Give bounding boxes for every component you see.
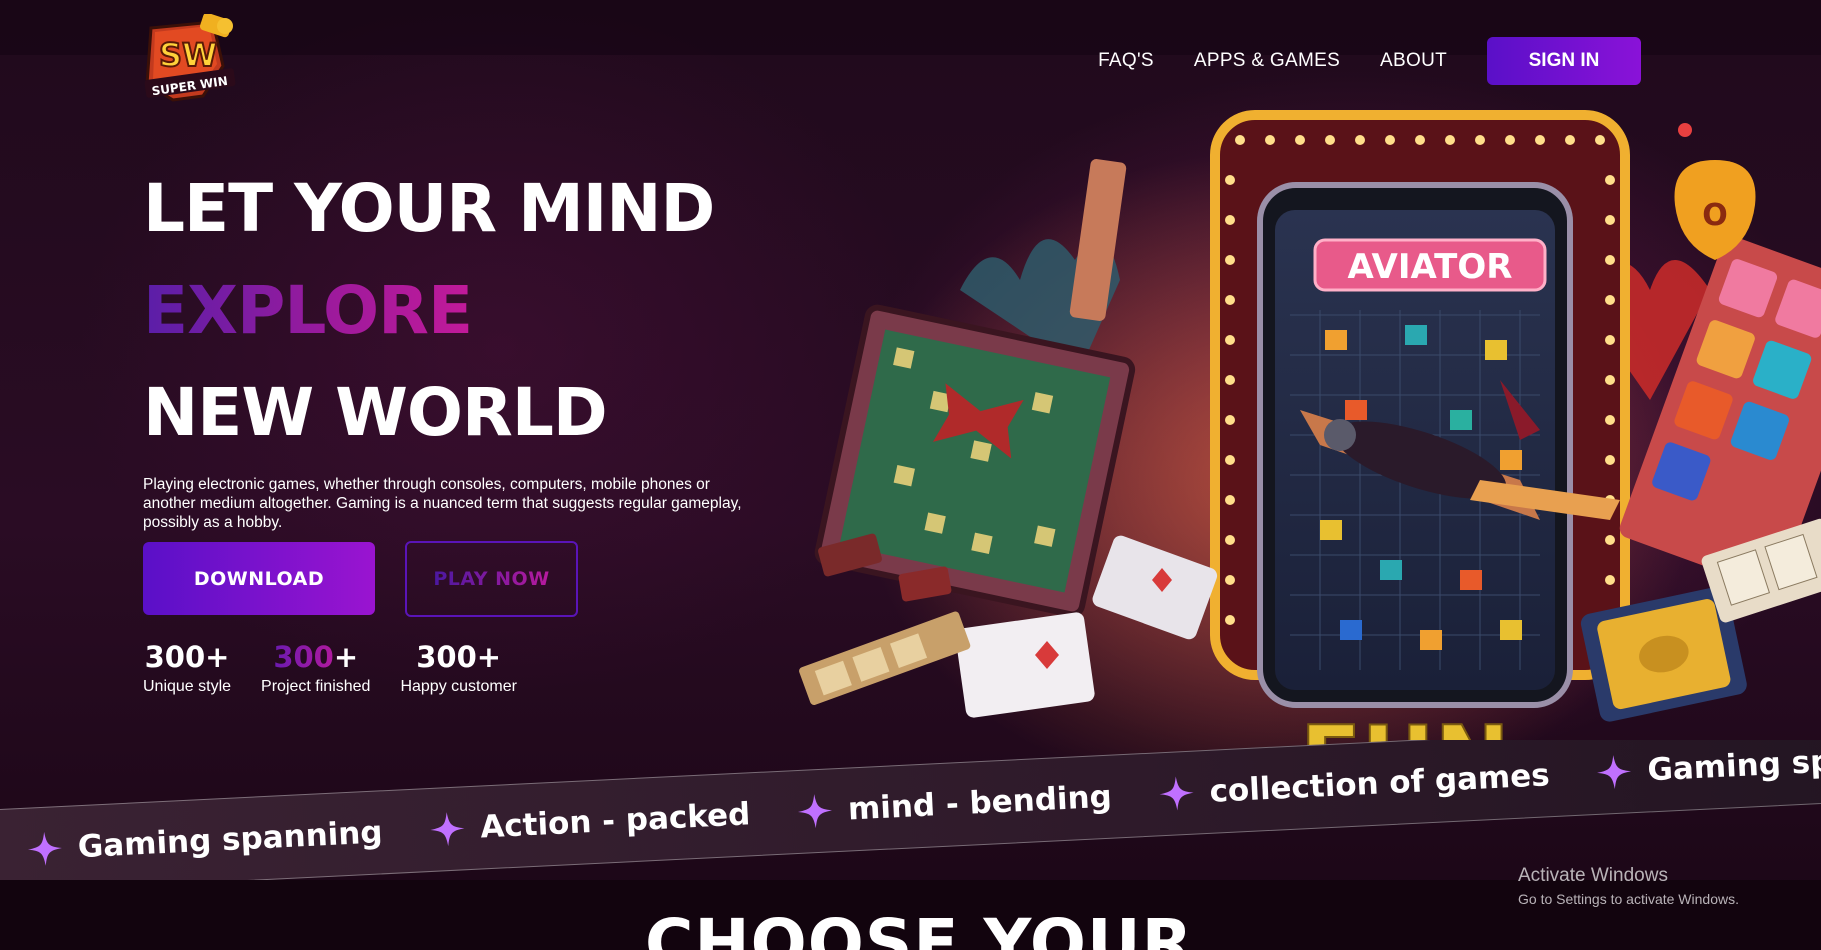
marquee-text: collection of games: [1208, 757, 1551, 810]
stat-number: 300: [144, 640, 206, 674]
hero-title-line-1: LET YOUR MIND: [143, 170, 715, 247]
main-nav: FAQ'S APPS & GAMES ABOUT SIGN IN: [1098, 37, 1641, 85]
stat-happy-customer: 300+ Happy customer: [400, 640, 517, 696]
nav-about-link[interactable]: ABOUT: [1380, 50, 1447, 72]
stat-unique-style: 300+ Unique style: [143, 640, 232, 696]
sparkle-icon: [798, 794, 833, 829]
marquee-item: mind - bending: [797, 778, 1113, 830]
sparkle-icon: [1597, 755, 1632, 790]
balloon-sign-letter: O: [1702, 198, 1728, 233]
hero-illustration: AVIATOR O FUN: [799, 110, 1821, 813]
logo-sw-text: SW: [159, 36, 217, 74]
watermark-title: Activate Windows: [1518, 865, 1668, 886]
aviator-label: AVIATOR: [1348, 247, 1513, 287]
play-now-button[interactable]: PLAY NOW: [405, 541, 578, 617]
super-win-logo[interactable]: SW SUPER WIN: [143, 14, 243, 106]
stat-suffix: +: [333, 640, 359, 674]
sparkle-icon: [27, 831, 62, 866]
play-now-label: PLAY NOW: [433, 568, 550, 590]
stats-row: 300+ Unique style 300+ Project finished …: [143, 640, 517, 696]
stat-project-finished: 300+ Project finished: [261, 640, 371, 696]
hero-description: Playing electronic games, whether throug…: [143, 476, 742, 531]
stat-label: Happy customer: [400, 677, 517, 695]
marquee-text: Gaming spanning: [1646, 740, 1821, 789]
stat-number: 300: [416, 640, 477, 674]
windows-activation-watermark: Activate Windows Go to Settings to activ…: [1518, 865, 1739, 907]
stat-suffix: +: [205, 640, 230, 674]
nav-apps-games-link[interactable]: APPS & GAMES: [1194, 50, 1340, 72]
stat-suffix: +: [476, 640, 502, 674]
stat-label: Project finished: [261, 677, 371, 695]
sparkle-icon: [430, 812, 465, 847]
download-button[interactable]: DOWNLOAD: [143, 542, 375, 615]
marquee-text: Action - packed: [479, 796, 752, 846]
marquee-item: Gaming spanning: [1597, 740, 1821, 791]
stat-number: 300: [273, 640, 334, 674]
sparkle-icon: [1159, 776, 1194, 811]
game-board-left: [814, 304, 1136, 618]
hero-title-line-2: EXPLORE: [143, 272, 473, 349]
marquee-item: Gaming spanning: [27, 814, 383, 867]
marquee-text: mind - bending: [847, 778, 1113, 828]
marquee-item: collection of games: [1159, 757, 1551, 812]
section-title: CHOOSE YOUR: [645, 905, 1194, 950]
nav-faqs-link[interactable]: FAQ'S: [1098, 50, 1154, 72]
red-ball-icon: [1678, 123, 1692, 137]
watermark-subtitle: Go to Settings to activate Windows.: [1518, 891, 1739, 907]
sign-in-button[interactable]: SIGN IN: [1487, 37, 1641, 85]
stat-label: Unique style: [143, 677, 232, 695]
hero-title-line-3: NEW WORLD: [143, 374, 608, 451]
marquee-item: Action - packed: [430, 796, 752, 848]
marquee-text: Gaming spanning: [77, 814, 384, 866]
